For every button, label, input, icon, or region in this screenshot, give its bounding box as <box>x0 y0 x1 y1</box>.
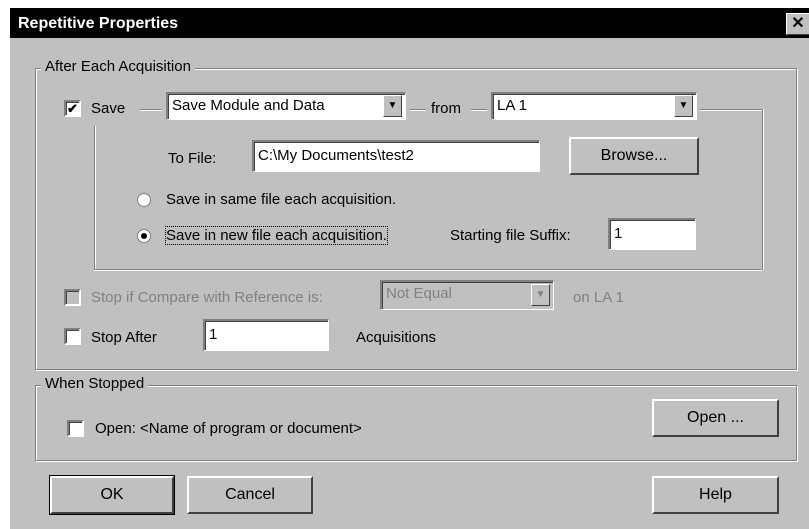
open-program-checkbox[interactable] <box>67 420 84 437</box>
help-button[interactable]: Help <box>652 476 779 514</box>
radio-selected-dot <box>141 233 147 239</box>
close-icon[interactable]: ✕ <box>786 13 809 35</box>
save-mode-select[interactable]: Save Module and Data <box>166 92 406 120</box>
suffix-label: Starting file Suffix: <box>450 227 571 244</box>
compare-on-label: on LA 1 <box>573 289 624 306</box>
save-same-file-radio[interactable] <box>137 193 151 207</box>
ok-button[interactable]: OK <box>49 475 175 515</box>
stop-compare-checkbox[interactable] <box>64 289 81 306</box>
connector-line <box>140 109 162 110</box>
save-label: Save <box>91 100 126 117</box>
title-bar: Repetitive Properties ✕ <box>10 8 809 38</box>
connector-line <box>410 109 426 110</box>
after-each-acquisition-label: After Each Acquisition <box>41 58 195 75</box>
stop-compare-label: Stop if Compare with Reference is: <box>91 289 323 306</box>
acquisitions-label: Acquisitions <box>356 329 437 346</box>
suffix-input[interactable]: 1 <box>608 218 696 250</box>
compare-select[interactable]: Not Equal <box>380 280 554 310</box>
save-checkbox[interactable]: ✔ <box>64 100 81 117</box>
cancel-button[interactable]: Cancel <box>187 476 313 514</box>
save-new-file-radio[interactable] <box>137 229 151 243</box>
source-select[interactable]: LA 1 <box>491 92 697 120</box>
connector-line <box>762 109 763 269</box>
source-value: LA 1 <box>497 97 528 114</box>
compare-dropdown-icon[interactable]: ▼ <box>531 284 550 306</box>
open-program-label: Open: <Name of program or document> <box>95 420 362 437</box>
connector-line <box>471 109 487 110</box>
file-path-input[interactable]: C:\My Documents\test2 <box>252 140 540 172</box>
save-same-file-label[interactable]: Save in same file each acquisition. <box>166 191 396 208</box>
stop-after-checkbox[interactable] <box>64 328 81 345</box>
open-button[interactable]: Open ... <box>652 399 779 437</box>
connector-line <box>700 109 762 110</box>
save-new-file-label[interactable]: Save in new file each acquisition. <box>165 226 388 245</box>
to-file-label: To File: <box>168 150 217 167</box>
dialog-title: Repetitive Properties <box>18 15 179 32</box>
compare-value: Not Equal <box>386 285 452 302</box>
save-mode-value: Save Module and Data <box>172 97 325 114</box>
browse-button[interactable]: Browse... <box>569 137 699 175</box>
connector-line <box>94 126 95 269</box>
save-mode-dropdown-icon[interactable]: ▼ <box>383 95 402 117</box>
when-stopped-label: When Stopped <box>41 375 149 392</box>
connector-line <box>94 269 762 270</box>
stop-after-label: Stop After <box>91 329 157 346</box>
source-dropdown-icon[interactable]: ▼ <box>674 95 693 117</box>
stop-after-input[interactable]: 1 <box>203 319 329 351</box>
repetitive-properties-dialog: Repetitive Properties ✕ After Each Acqui… <box>10 8 809 529</box>
from-label: from <box>431 100 461 117</box>
